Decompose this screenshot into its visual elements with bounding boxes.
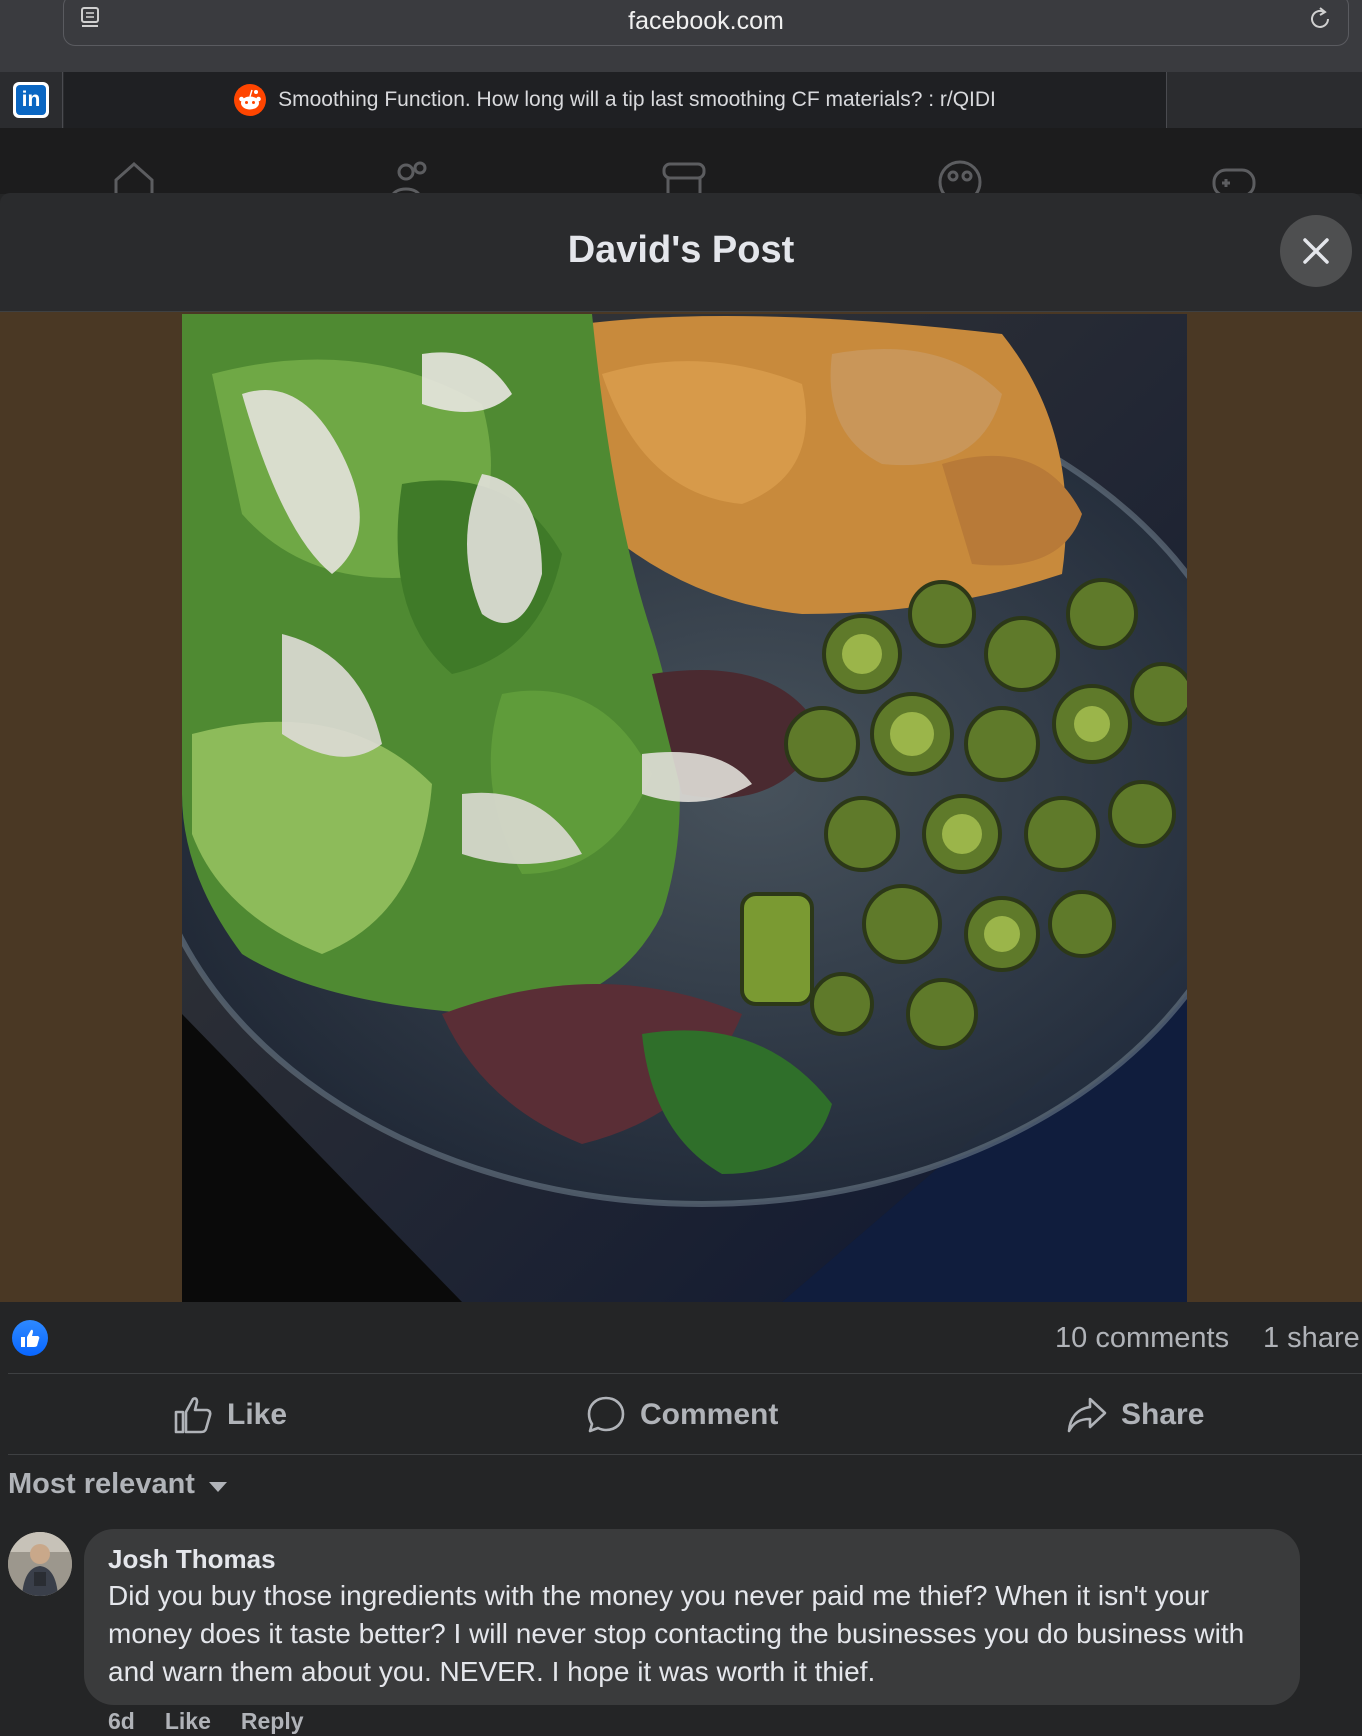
divider bbox=[8, 1373, 1362, 1374]
share-icon bbox=[1067, 1397, 1107, 1433]
tab-strip: in Smoothing Function. How long will a t… bbox=[0, 72, 1362, 128]
page-title: David's Post bbox=[567, 229, 795, 271]
post-modal-header: David's Post bbox=[0, 193, 1362, 312]
post-photo[interactable] bbox=[182, 314, 1187, 1302]
groups-icon[interactable] bbox=[936, 158, 984, 194]
sort-label: Most relevant bbox=[8, 1468, 195, 1500]
url-text[interactable]: facebook.com bbox=[64, 7, 1348, 36]
like-reaction-badge[interactable] bbox=[12, 1320, 48, 1356]
comment-icon bbox=[587, 1396, 625, 1433]
post-stats: 10 comments 1 share bbox=[0, 1302, 1362, 1374]
like-label: Like bbox=[227, 1398, 288, 1431]
marketplace-icon[interactable] bbox=[660, 158, 708, 194]
reload-icon[interactable] bbox=[1306, 5, 1334, 33]
friends-icon[interactable] bbox=[386, 158, 434, 194]
comment-author[interactable]: Josh Thomas bbox=[108, 1543, 1276, 1575]
gaming-icon[interactable] bbox=[1210, 158, 1258, 194]
thumbs-up-icon bbox=[21, 1329, 40, 1347]
shares-count[interactable]: 1 share bbox=[1263, 1322, 1360, 1355]
post-actions: Like Comment Share bbox=[0, 1375, 1362, 1455]
comment-reply-link[interactable]: Reply bbox=[241, 1708, 304, 1735]
tab-title: Smoothing Function. How long will a tip … bbox=[278, 88, 996, 111]
share-label: Share bbox=[1121, 1398, 1205, 1431]
food-photo-image bbox=[182, 314, 1187, 1302]
divider bbox=[8, 1454, 1362, 1455]
comment-meta: 6d Like Reply bbox=[108, 1708, 304, 1735]
comment-like-link[interactable]: Like bbox=[165, 1708, 211, 1735]
facebook-nav-bar bbox=[0, 128, 1362, 194]
avatar[interactable] bbox=[8, 1532, 72, 1596]
pinned-tab-linkedin[interactable]: in bbox=[0, 72, 63, 128]
comment-text: Did you buy those ingredients with the m… bbox=[108, 1580, 1245, 1687]
reddit-icon bbox=[234, 84, 267, 116]
caret-down-icon bbox=[208, 1481, 227, 1492]
like-icon bbox=[174, 1397, 212, 1434]
comment-sort-dropdown[interactable]: Most relevant bbox=[8, 1468, 227, 1501]
photo-viewer bbox=[0, 312, 1362, 1302]
comment-bubble: Josh Thomas Did you buy those ingredient… bbox=[84, 1529, 1300, 1705]
comment-label: Comment bbox=[640, 1398, 779, 1431]
like-button[interactable]: Like bbox=[173, 1375, 287, 1455]
tab-reddit-qidi[interactable]: Smoothing Function. How long will a tip … bbox=[64, 72, 1167, 128]
browser-toolbar: facebook.com bbox=[0, 0, 1362, 72]
comments-count[interactable]: 10 comments bbox=[1055, 1322, 1229, 1355]
comment-timestamp[interactable]: 6d bbox=[108, 1708, 135, 1735]
share-button[interactable]: Share bbox=[1067, 1375, 1204, 1455]
address-bar[interactable]: facebook.com bbox=[63, 0, 1349, 46]
linkedin-icon: in bbox=[13, 82, 49, 118]
avatar-image bbox=[8, 1532, 72, 1596]
comment-button[interactable]: Comment bbox=[586, 1375, 778, 1455]
close-icon bbox=[1303, 238, 1329, 264]
close-button[interactable] bbox=[1280, 215, 1352, 287]
home-icon[interactable] bbox=[110, 158, 158, 194]
